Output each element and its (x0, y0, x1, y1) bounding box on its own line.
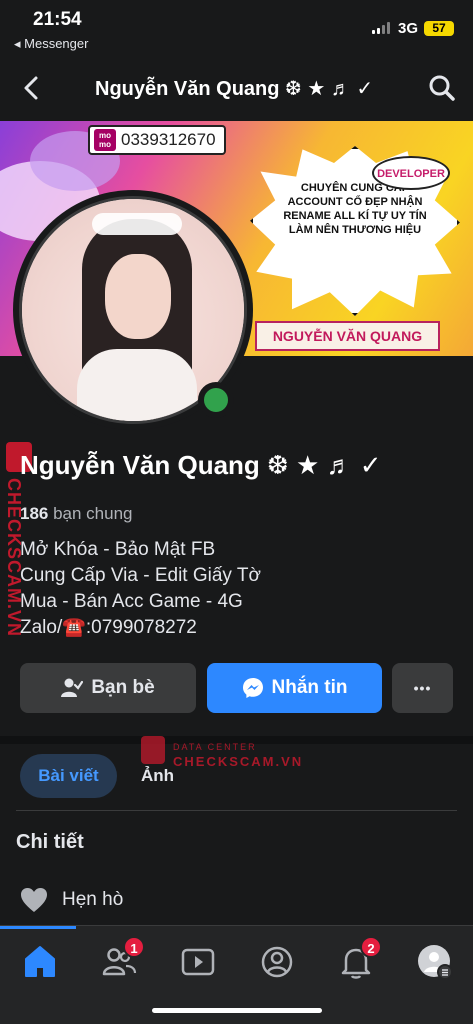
friends-button-label: Bạn bè (91, 677, 155, 698)
cover-developer-badge: DEVELOPER (372, 156, 450, 190)
profile-bio: Mở Khóa - Bảo Mật FB Cung Cấp Via - Edit… (20, 537, 261, 641)
mutual-friends[interactable]: 186 bạn chung (20, 504, 133, 524)
cover-phone-tag: mo mo 0339312670 (88, 125, 226, 155)
watermark-lock-icon (141, 736, 165, 764)
back-to-app-link[interactable]: ◂ Messenger (14, 36, 88, 52)
message-button-label: Nhắn tin (271, 677, 348, 698)
more-dots-icon: ••• (413, 680, 432, 696)
friend-check-icon (61, 678, 84, 697)
search-icon[interactable] (428, 74, 456, 102)
bio-line: Mở Khóa - Bảo Mật FB (20, 539, 216, 560)
tab-friends[interactable]: 1 (99, 936, 145, 982)
home-indicator (152, 1008, 322, 1013)
network-type: 3G (398, 20, 419, 37)
tab-menu[interactable] (415, 942, 455, 982)
watermark-main: CHECKSCAM.VN (173, 754, 304, 769)
notifications-badge: 2 (360, 936, 382, 958)
momo-logo-icon: mo mo (94, 129, 116, 151)
tab-photos[interactable]: Ảnh (141, 766, 174, 786)
tab-watch[interactable] (178, 942, 218, 982)
tab-home[interactable] (20, 942, 60, 982)
cover-phone-number: 0339312670 (121, 130, 216, 149)
watermark-sub: DATA CENTER (173, 742, 257, 752)
message-button[interactable]: Nhắn tin (207, 663, 382, 713)
bio-line: Cung Cấp Via - Edit Giấy Tờ (20, 565, 261, 586)
online-status-dot (198, 382, 234, 418)
status-time: 21:54 (33, 9, 82, 30)
dating-row[interactable]: Hẹn hò (20, 887, 123, 913)
bio-line: Mua - Bán Acc Game - 4G (20, 591, 243, 612)
friends-badge: 1 (123, 936, 145, 958)
signal-icon (372, 22, 392, 34)
details-heading: Chi tiết (16, 831, 84, 853)
messenger-icon (242, 678, 263, 698)
back-chevron-icon[interactable] (20, 74, 44, 102)
cover-banner-name: NGUYỄN VĂN QUANG (255, 321, 440, 351)
more-options-button[interactable]: ••• (392, 663, 453, 713)
nav-bar: Nguyễn Văn Quang ❆ ★ ♬ ✓ (0, 56, 473, 120)
status-bar: 21:54 ◂ Messenger 3G 57 (0, 0, 473, 56)
menu-avatar-icon (418, 945, 453, 980)
bio-line: Zalo/☎️:0799078272 (20, 617, 197, 638)
home-icon (25, 946, 55, 977)
heart-icon (21, 888, 47, 912)
active-tab-indicator (0, 926, 76, 929)
dating-label: Hẹn hò (62, 889, 124, 910)
tab-profile[interactable] (257, 942, 297, 982)
mutual-friends-label: bạn chung (48, 504, 133, 523)
profile-name: Nguyễn Văn Quang ❆ ★ ♬ ✓ (20, 450, 382, 480)
tab-notifications[interactable]: 2 (336, 936, 382, 982)
battery-icon: 57 (424, 21, 454, 36)
friends-button[interactable]: Bạn bè (20, 663, 196, 713)
profile-icon (261, 946, 293, 978)
tab-posts[interactable]: Bài viết (20, 754, 117, 798)
watch-icon (181, 948, 215, 976)
nav-title: Nguyễn Văn Quang ❆ ★ ♬ ✓ (95, 78, 374, 100)
mutual-friends-count: 186 (20, 504, 49, 523)
tabs-divider (16, 810, 457, 811)
